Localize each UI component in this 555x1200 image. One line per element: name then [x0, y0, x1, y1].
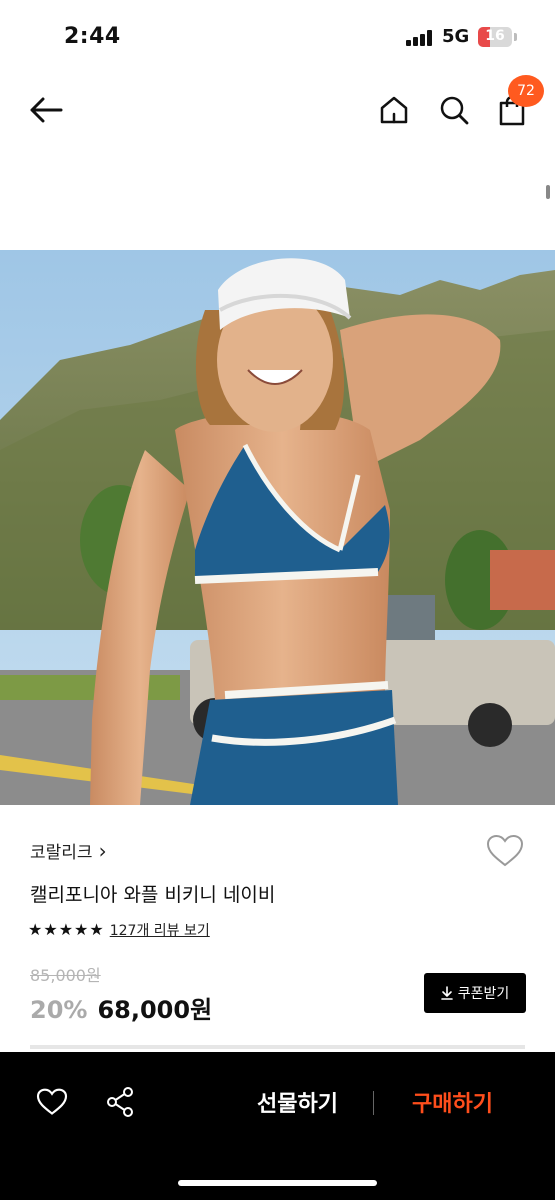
- rating-row: ★ ★ ★ ★ ★ 127개 리뷰 보기: [28, 920, 210, 940]
- product-name: 캘리포니아 와플 비키니 네이비: [30, 884, 276, 906]
- coupon-button[interactable]: 쿠폰받기: [424, 973, 526, 1013]
- star-icon: ★: [28, 920, 43, 939]
- separator: [373, 1091, 374, 1115]
- arrow-left-icon: [30, 97, 63, 123]
- status-time: 2:44: [64, 24, 121, 49]
- share-icon: [107, 1087, 133, 1117]
- status-bar: 2:44 5G 16: [0, 0, 555, 70]
- product-photo: [0, 250, 555, 805]
- original-price: 85,000원: [30, 966, 101, 985]
- home-button[interactable]: [372, 88, 416, 132]
- divider: [30, 1045, 525, 1049]
- coupon-label: 쿠폰받기: [457, 986, 510, 1002]
- cart-badge: 72: [508, 75, 544, 107]
- battery-icon: 16: [478, 27, 512, 47]
- star-rating: ★ ★ ★ ★ ★: [28, 922, 104, 938]
- star-icon: ★: [43, 920, 58, 939]
- download-icon: [440, 986, 453, 1000]
- review-link[interactable]: 127개 리뷰 보기: [110, 920, 210, 940]
- back-button[interactable]: [24, 88, 68, 132]
- price-row: 20% 68,000원: [30, 990, 212, 1025]
- brand-link[interactable]: 코랄리크 ›: [30, 838, 107, 864]
- share-button[interactable]: [98, 1080, 142, 1124]
- sale-price: 68,000원: [97, 996, 213, 1024]
- signal-icon: [406, 30, 434, 46]
- search-icon: [440, 96, 469, 125]
- bottom-action-bar: 선물하기 구매하기: [0, 1052, 555, 1200]
- battery-cap: [514, 33, 517, 41]
- network-label: 5G: [442, 26, 470, 47]
- heart-outline-icon: [486, 834, 524, 867]
- star-icon: ★: [89, 920, 104, 939]
- wishlist-button[interactable]: [486, 834, 526, 872]
- home-icon: [380, 96, 408, 124]
- brand-name: 코랄리크: [30, 843, 93, 863]
- star-icon: ★: [74, 920, 89, 939]
- discount-rate: 20%: [30, 996, 88, 1024]
- product-image[interactable]: [0, 250, 555, 805]
- top-nav: [0, 80, 555, 140]
- chevron-right-icon: ›: [98, 838, 107, 863]
- search-button[interactable]: [432, 88, 476, 132]
- scroll-indicator: [546, 185, 550, 199]
- bottom-wishlist-button[interactable]: [30, 1080, 74, 1124]
- battery-level: 16: [485, 28, 505, 44]
- star-icon: ★: [58, 920, 74, 939]
- heart-outline-icon: [36, 1088, 68, 1115]
- home-indicator: [178, 1180, 377, 1186]
- buy-button[interactable]: 구매하기: [390, 1086, 515, 1120]
- gift-button[interactable]: 선물하기: [235, 1086, 360, 1120]
